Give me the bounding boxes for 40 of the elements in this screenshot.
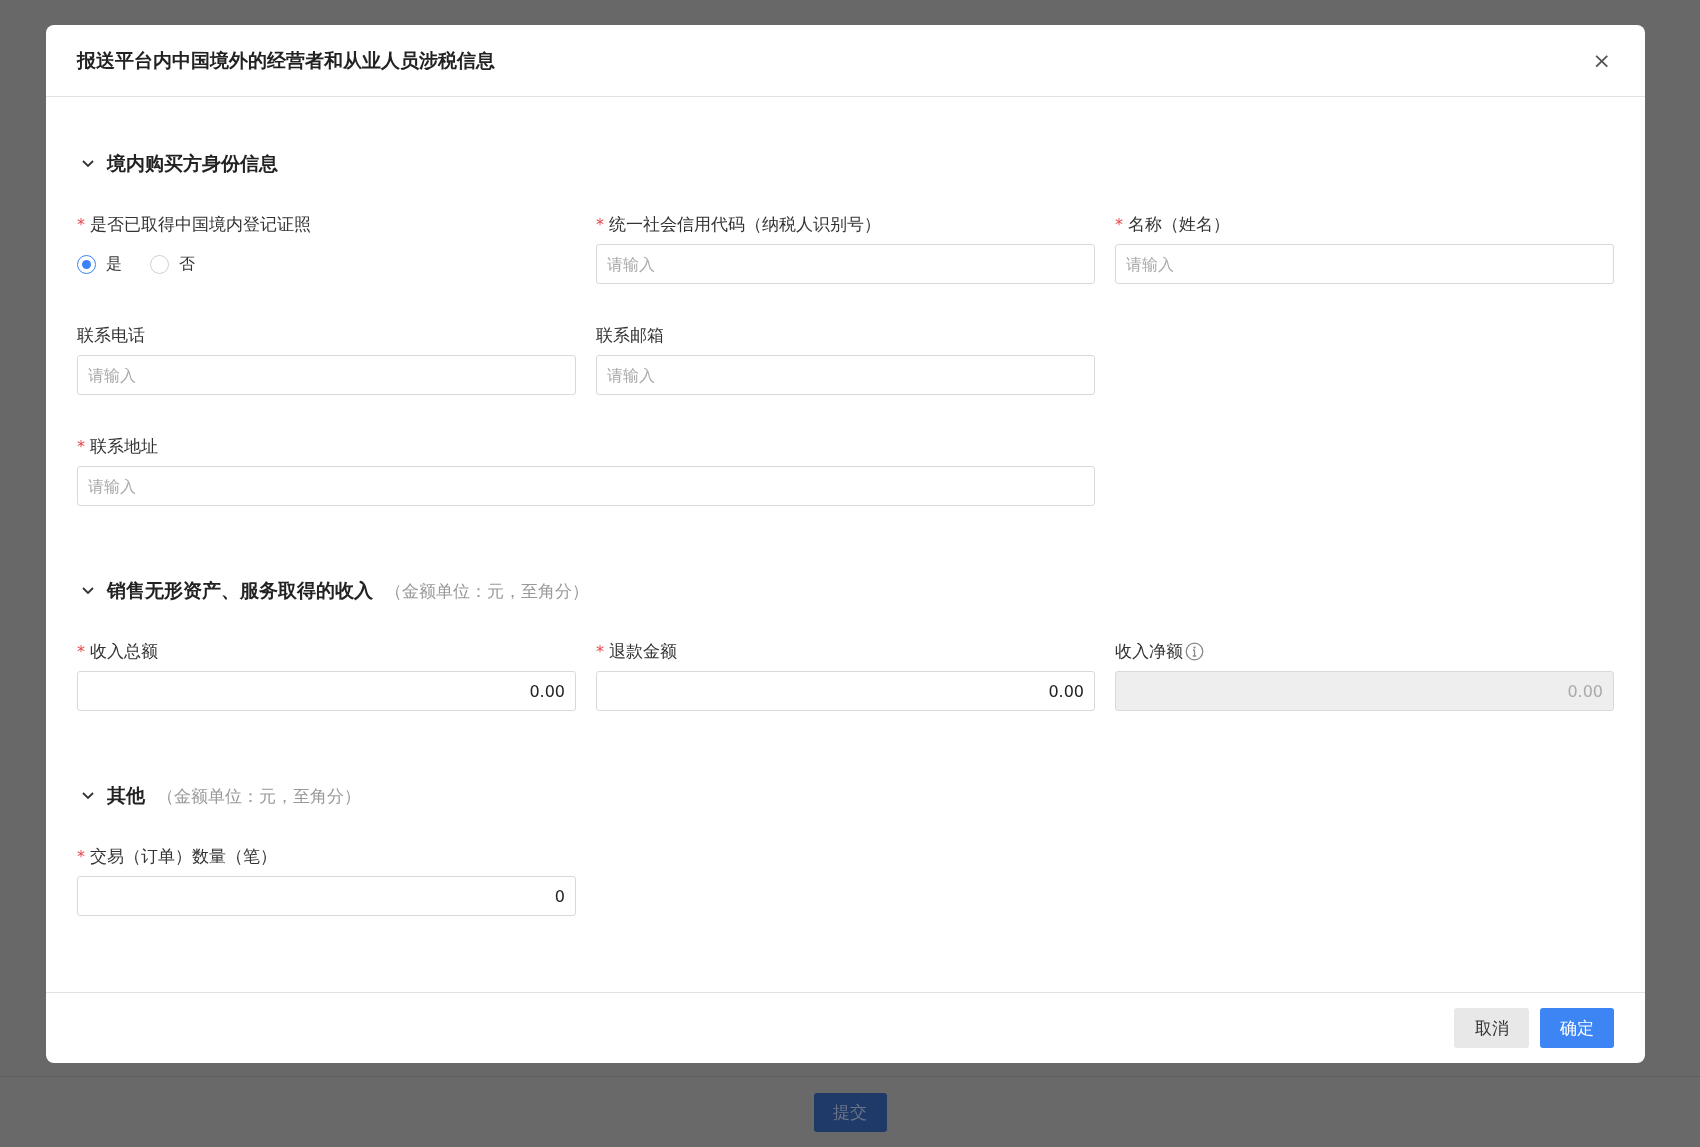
input-field[interactable]: 请输入 bbox=[77, 355, 576, 395]
required-mark: * bbox=[596, 641, 604, 661]
field-label: 收入总额 bbox=[90, 639, 158, 663]
required-mark: * bbox=[77, 641, 85, 661]
field-label: 联系电话 bbox=[77, 323, 145, 347]
section-note: （金额单位：元，至角分） bbox=[385, 579, 589, 603]
section-title: 其他 bbox=[107, 783, 145, 808]
dialog-title: 报送平台内中国境外的经营者和从业人员涉税信息 bbox=[77, 47, 495, 73]
field-label: 名称（姓名） bbox=[1128, 212, 1230, 236]
number-field[interactable]: 0 bbox=[77, 876, 576, 916]
required-mark: * bbox=[77, 214, 85, 234]
input-field[interactable]: 请输入 bbox=[596, 355, 1095, 395]
field-label: 联系邮箱 bbox=[596, 323, 664, 347]
field-label: 交易（订单）数量（笔） bbox=[90, 844, 277, 868]
field-label: 收入净额 bbox=[1115, 639, 1183, 663]
required-mark: * bbox=[1115, 214, 1123, 234]
section-title: 销售无形资产、服务取得的收入 bbox=[107, 578, 373, 603]
input-field[interactable]: 请输入 bbox=[77, 466, 1095, 506]
cancel-button[interactable]: 取消 bbox=[1454, 1008, 1529, 1048]
field-label: 是否已取得中国境内登记证照 bbox=[90, 212, 311, 236]
radio-option[interactable]: 否 bbox=[150, 253, 195, 275]
chevron-icon[interactable] bbox=[81, 159, 95, 169]
field-label: 联系地址 bbox=[90, 434, 158, 458]
close-button[interactable]: × bbox=[1588, 48, 1615, 73]
field-label: 退款金额 bbox=[609, 639, 677, 663]
input-field[interactable]: 请输入 bbox=[1115, 244, 1614, 284]
chevron-icon[interactable] bbox=[81, 791, 95, 801]
required-mark: * bbox=[596, 214, 604, 234]
number-field[interactable]: 0.00 bbox=[77, 671, 576, 711]
input-field[interactable]: 请输入 bbox=[596, 244, 1095, 284]
section-title: 境内购买方身份信息 bbox=[107, 151, 278, 176]
number-field[interactable]: 0.00 bbox=[596, 671, 1095, 711]
required-mark: * bbox=[77, 436, 85, 456]
section-note: （金额单位：元，至角分） bbox=[157, 784, 361, 808]
radio-option[interactable]: 是 bbox=[77, 253, 122, 275]
number-field: 0.00 bbox=[1115, 671, 1614, 711]
required-mark: * bbox=[77, 846, 85, 866]
field-label: 统一社会信用代码（纳税人识别号） bbox=[609, 212, 881, 236]
chevron-icon[interactable] bbox=[81, 586, 95, 596]
confirm-button[interactable]: 确定 bbox=[1540, 1008, 1614, 1048]
